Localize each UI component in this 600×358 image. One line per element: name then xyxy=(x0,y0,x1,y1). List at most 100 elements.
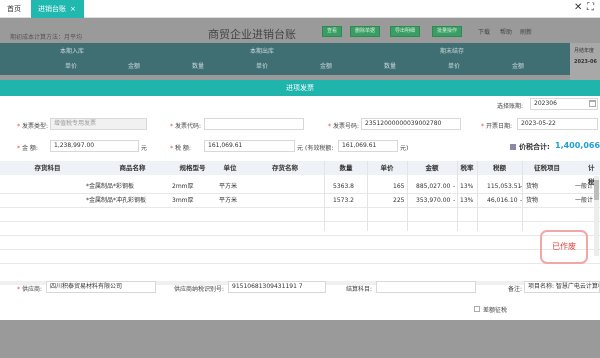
invoice-date-label: * 开票日期: xyxy=(481,123,513,130)
help-link[interactable]: 帮助 xyxy=(500,27,512,36)
invoice-no-label: * 发票号码: xyxy=(328,123,360,130)
table-row-empty xyxy=(0,222,600,236)
col-unit: 单位 xyxy=(223,164,237,172)
col-item: 征税项目 xyxy=(534,164,560,172)
col-price: 单价 xyxy=(380,164,394,172)
delete-doc-button[interactable]: 删除单据 xyxy=(350,26,381,37)
column-divider xyxy=(522,161,523,231)
row-qty: 1573.2 xyxy=(333,197,354,204)
valid-tax-field[interactable]: 161,069.61 xyxy=(338,140,398,152)
header-inbound: 本期入库 xyxy=(60,48,85,55)
side-label: 月结年度 xyxy=(574,48,595,54)
invoice-code-label: * 发票代码: xyxy=(170,123,202,130)
row-dash: - xyxy=(453,197,456,204)
col-spec: 规格型号 xyxy=(179,164,206,172)
diff-tax-checkbox[interactable] xyxy=(474,306,480,312)
column-divider xyxy=(367,161,368,231)
maximize-window-icon[interactable]: ⛶ xyxy=(587,2,594,13)
table-row[interactable]: *金属制品*冲孔彩钢板 3mm厚 平方米 1573.2 225 353,970.… xyxy=(0,194,600,208)
amount-unit: 元 xyxy=(141,145,148,152)
supplier-label: * 供应商: xyxy=(17,286,43,293)
row-unit: 平方米 xyxy=(219,183,238,190)
col-amount: 金额 xyxy=(425,164,439,172)
header-balance: 期末结存 xyxy=(440,48,465,55)
table-row-empty xyxy=(0,208,600,222)
invoice-type-field[interactable]: 增值税专用发票 xyxy=(50,118,147,130)
row-price: 165 xyxy=(393,183,405,190)
row-name: *金属制品*冲孔彩钢板 xyxy=(86,197,147,204)
supplier-field[interactable]: 四川积泰贸易材料有限公司 xyxy=(46,281,156,293)
close-window-icon[interactable]: ✕ xyxy=(574,2,582,13)
col-stock-name: 存货名称 xyxy=(272,164,298,172)
col-tax: 税额 xyxy=(493,164,506,172)
row-calc: 一般计 xyxy=(575,183,594,190)
tax-label: * 税 额: xyxy=(170,145,191,152)
close-tab-icon[interactable]: × xyxy=(70,5,76,13)
tax-field[interactable]: 161,069.61 xyxy=(204,140,295,152)
table-row-empty xyxy=(0,236,600,250)
col-rate: 税率 xyxy=(460,164,474,172)
header-sub: 单价 xyxy=(65,63,78,70)
batch-button[interactable]: 批量操作 xyxy=(432,26,463,37)
row-name: *金属制品*彩钢板 xyxy=(86,183,135,190)
col-account: 存货科目 xyxy=(34,164,61,172)
tab-home[interactable]: 首页 xyxy=(0,0,28,18)
supplier-tax-label: 供应商纳税识别号: xyxy=(174,286,225,293)
header-sub: 数量 xyxy=(384,63,397,70)
column-divider xyxy=(457,161,458,231)
total-label: 价税合计: xyxy=(519,143,550,151)
row-spec: 3mm厚 xyxy=(172,197,194,204)
view-button[interactable]: 查看 xyxy=(322,26,343,37)
refresh-link[interactable]: 刷新 xyxy=(520,27,532,36)
invoice-code-field[interactable] xyxy=(204,118,304,130)
settle-label: 结算科目: xyxy=(346,286,373,293)
total-icon xyxy=(510,144,516,150)
total-value: 1,400,066.61 xyxy=(555,141,600,150)
header-sub: 单价 xyxy=(256,63,269,70)
tab-ledger[interactable]: 进销台账 × xyxy=(31,0,84,18)
invoice-no-field[interactable]: 23512000000039002780 xyxy=(361,118,461,130)
remark-field[interactable]: 项目名称: 智慧广电云计算中 xyxy=(524,281,600,293)
items-table-header: 存货科目 商品名称 规格型号 单位 存货名称 数量 单价 金额 税率 税额 征税… xyxy=(0,161,600,186)
page-title: 商贸企业进销台账 xyxy=(208,28,296,41)
scroll-thumb[interactable] xyxy=(594,180,599,200)
tax-unit: 元 xyxy=(297,145,304,152)
header-sub: 数量 xyxy=(192,63,205,70)
row-unit: 平方米 xyxy=(219,197,238,204)
remark-label: 备注: xyxy=(508,286,523,293)
top-tab-bar: 首页 进销台账 × ✕ ⛶ xyxy=(0,0,600,18)
header-sub: 单价 xyxy=(448,63,461,70)
invoice-type-label: * 发票类型: xyxy=(17,123,49,130)
table-row[interactable]: *金属制品*彩钢板 2mm厚 平方米 5363.8 165 885,027.00… xyxy=(0,180,600,194)
column-divider xyxy=(324,161,325,231)
valid-tax-label: (有效税额: xyxy=(305,145,334,152)
download-link[interactable]: 下载 xyxy=(478,27,490,36)
period-select[interactable]: 202306 xyxy=(530,98,598,110)
side-value: 2023-06 xyxy=(574,59,597,65)
export-detail-button[interactable]: 导出明细 xyxy=(390,26,421,37)
row-rate: 13% xyxy=(460,197,474,204)
column-divider xyxy=(477,161,478,231)
row-amount: 885,027.00 xyxy=(416,183,451,190)
header-outbound: 本期出库 xyxy=(250,48,275,55)
amount-field[interactable]: 1,238,997.00 xyxy=(50,140,139,152)
tab-ledger-label: 进销台账 xyxy=(38,5,66,13)
vertical-scrollbar[interactable] xyxy=(594,176,599,256)
row-amount: 353,970.00 xyxy=(416,197,451,204)
calendar-icon[interactable] xyxy=(589,100,596,107)
row-item: 货物 xyxy=(526,197,539,204)
supplier-tax-field[interactable]: 91510681309431191 7 xyxy=(228,281,326,293)
amount-label: * 金 额: xyxy=(17,145,38,152)
valid-tax-unit: 元) xyxy=(400,145,409,152)
row-calc: 一般计 xyxy=(575,197,594,204)
col-calc: 计税 xyxy=(588,164,595,186)
header-sub: 金额 xyxy=(320,63,333,70)
row-tax: 46,016.10 xyxy=(487,197,518,204)
row-dash: - xyxy=(453,183,456,190)
header-sub: 金额 xyxy=(128,63,141,70)
invoice-date-field[interactable]: 2023-05-22 xyxy=(517,118,598,130)
settle-field[interactable] xyxy=(376,281,476,293)
cost-method-text: 期初成本计算方法：月平均 xyxy=(10,34,83,41)
row-item: 货物 xyxy=(526,183,539,190)
row-rate: 13% xyxy=(460,183,474,190)
